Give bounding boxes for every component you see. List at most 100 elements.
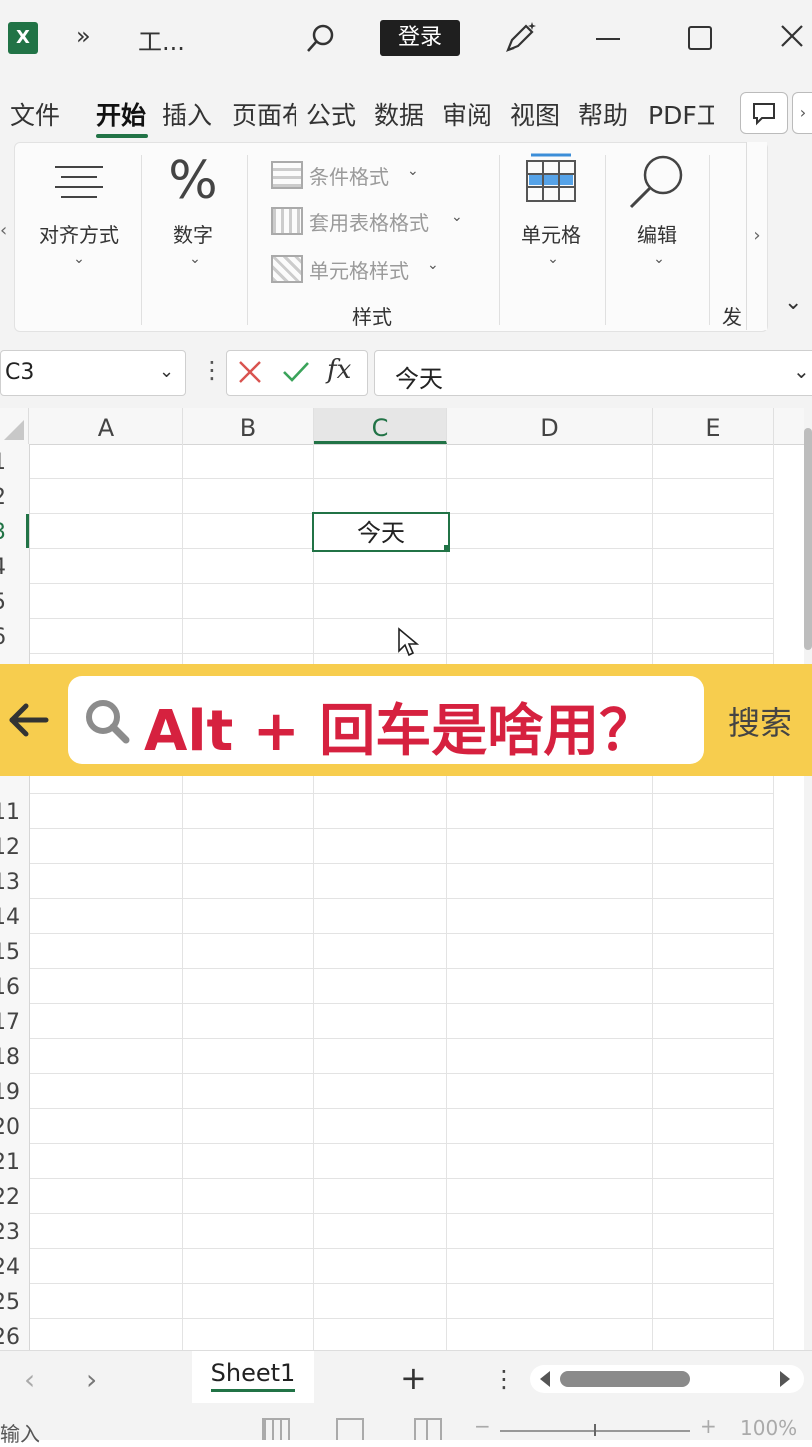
row-header[interactable]: 15	[0, 940, 28, 965]
column-header-d[interactable]: D	[447, 408, 653, 444]
row-header[interactable]: 17	[0, 1010, 28, 1035]
comments-button[interactable]	[740, 92, 788, 134]
row-header[interactable]: 19	[0, 1080, 28, 1105]
search-query-box[interactable]: Alt + 回车是啥用？	[68, 676, 704, 764]
tab-review[interactable]: 审阅	[442, 96, 492, 132]
table-format-button[interactable]: 套用表格格式	[309, 207, 429, 236]
more-vertical-icon[interactable]: ⋮	[200, 358, 224, 382]
back-arrow-icon[interactable]	[6, 698, 50, 746]
row-header[interactable]: 3	[0, 520, 28, 545]
zoom-slider-thumb[interactable]	[594, 1424, 596, 1436]
row-header[interactable]: 2	[0, 485, 28, 510]
column-header-b[interactable]: B	[183, 408, 314, 444]
chevron-down-icon[interactable]: ⌄	[159, 361, 174, 382]
tab-view[interactable]: 视图	[510, 96, 560, 132]
tab-data[interactable]: 数据	[374, 96, 424, 132]
tab-help[interactable]: 帮助	[578, 96, 628, 132]
editing-button[interactable]: 编辑	[627, 219, 687, 248]
conditional-format-button[interactable]: 条件格式	[309, 161, 389, 190]
select-all-corner[interactable]	[0, 408, 29, 444]
alignment-button[interactable]: 对齐方式	[31, 219, 127, 248]
zoom-level[interactable]: 100%	[740, 1416, 797, 1440]
formula-bar: C3 ⌄ ⋮ fx 今天 ⌄	[0, 338, 812, 408]
chevron-down-icon[interactable]: ⌄	[651, 251, 667, 267]
minimize-icon[interactable]	[596, 38, 620, 40]
row-header[interactable]: 1	[0, 450, 28, 475]
ribbon-scroll-right-button[interactable]: ›	[746, 142, 767, 330]
column-header-c[interactable]: C	[314, 408, 447, 444]
cell-style-button[interactable]: 单元格样式	[309, 255, 409, 284]
grid-lines	[30, 444, 774, 1350]
sheet-tab-sheet1[interactable]: Sheet1	[192, 1351, 314, 1403]
tab-home[interactable]: 开始	[96, 96, 146, 132]
search-button[interactable]: 搜索	[728, 698, 792, 744]
row-header[interactable]: 6	[0, 625, 28, 650]
selected-cell-c3[interactable]: 今天	[312, 512, 450, 552]
chevron-down-icon[interactable]: ⌄	[793, 359, 810, 383]
excel-app-icon: X	[8, 22, 38, 54]
close-icon[interactable]	[778, 22, 806, 54]
row-header[interactable]: 4	[0, 555, 28, 580]
tab-page-layout[interactable]: 页面布	[232, 96, 296, 132]
tab-formulas[interactable]: 公式	[306, 96, 356, 132]
maximize-icon[interactable]	[688, 26, 712, 50]
insert-function-button[interactable]: fx	[327, 355, 351, 385]
prev-sheet-icon[interactable]: ‹	[24, 1363, 35, 1396]
more-commands-button[interactable]: »	[76, 22, 91, 50]
chevron-down-icon[interactable]: ⌄	[187, 251, 203, 267]
tab-file[interactable]: 文件	[10, 96, 60, 132]
vertical-scroll-thumb[interactable]	[804, 428, 812, 650]
zoom-slider[interactable]	[500, 1424, 690, 1436]
normal-view-icon[interactable]	[262, 1418, 290, 1440]
tab-pdf[interactable]: PDF工	[648, 96, 714, 132]
row-header[interactable]: 5	[0, 590, 28, 615]
zoom-out-button[interactable]: −	[474, 1414, 491, 1438]
scroll-right-arrow-icon[interactable]	[780, 1371, 790, 1387]
row-header[interactable]: 25	[0, 1290, 28, 1315]
chevron-down-icon[interactable]: ⌄	[71, 251, 87, 267]
row-header[interactable]: 24	[0, 1255, 28, 1280]
copilot-pen-icon[interactable]	[502, 20, 538, 60]
formula-input[interactable]: 今天 ⌄	[374, 350, 812, 396]
cancel-x-icon[interactable]	[237, 359, 263, 389]
cells-button[interactable]: 单元格	[513, 219, 589, 248]
column-header-e[interactable]: E	[653, 408, 774, 444]
spreadsheet-grid[interactable]	[30, 444, 774, 1350]
page-break-view-icon[interactable]	[414, 1418, 442, 1440]
search-icon[interactable]	[304, 22, 338, 60]
fill-handle[interactable]	[444, 545, 450, 551]
search-overlay-banner: Alt + 回车是啥用？ 搜索	[0, 664, 812, 776]
login-button[interactable]: 登录	[380, 20, 460, 56]
ribbon-separator	[605, 155, 606, 325]
confirm-check-icon[interactable]	[281, 359, 311, 389]
zoom-in-button[interactable]: +	[700, 1414, 717, 1438]
next-sheet-icon[interactable]: ›	[86, 1363, 97, 1396]
row-header[interactable]: 16	[0, 975, 28, 1000]
row-header[interactable]: 26	[0, 1325, 28, 1350]
row-header[interactable]: 13	[0, 870, 28, 895]
row-header[interactable]: 21	[0, 1150, 28, 1175]
column-header-a[interactable]: A	[30, 408, 183, 444]
row-header[interactable]: 18	[0, 1045, 28, 1070]
row-header[interactable]: 14	[0, 905, 28, 930]
collapse-ribbon-chevron-icon[interactable]: ⌄	[784, 290, 802, 315]
vertical-scrollbar[interactable]	[804, 408, 812, 1350]
row-header[interactable]: 11	[0, 800, 28, 825]
add-sheet-button[interactable]: +	[400, 1359, 427, 1397]
page-layout-view-icon[interactable]	[336, 1418, 364, 1440]
horizontal-scroll-thumb[interactable]	[560, 1371, 690, 1387]
horizontal-scrollbar[interactable]	[530, 1365, 804, 1393]
name-box[interactable]: C3 ⌄	[0, 350, 186, 396]
chevron-down-icon[interactable]: ⌄	[545, 251, 561, 267]
tab-insert[interactable]: 插入	[162, 96, 212, 132]
row-header[interactable]: 20	[0, 1115, 28, 1140]
ribbon-separator	[709, 155, 710, 325]
sheet-options-icon[interactable]: ⋮	[492, 1365, 516, 1393]
number-format-button[interactable]: 数字	[163, 219, 223, 248]
scroll-left-arrow-icon[interactable]	[540, 1371, 550, 1387]
ribbon-scroll-left-button[interactable]: ‹	[0, 220, 7, 241]
row-header[interactable]: 22	[0, 1185, 28, 1210]
row-header[interactable]: 23	[0, 1220, 28, 1245]
tab-scroll-right-button[interactable]: ›	[792, 92, 812, 134]
row-header[interactable]: 12	[0, 835, 28, 860]
